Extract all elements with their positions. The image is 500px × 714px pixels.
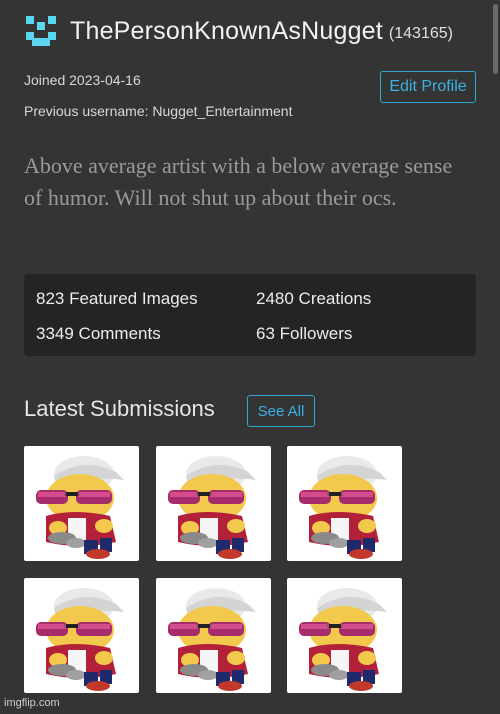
submission-thumbnail[interactable] [156, 446, 271, 561]
submission-thumbnail[interactable] [156, 578, 271, 693]
edit-profile-button[interactable]: Edit Profile [380, 71, 476, 103]
featured-images-stat[interactable]: 823 Featured Images [36, 289, 198, 309]
stats-panel: 823 Featured Images 2480 Creations 3349 … [24, 274, 476, 356]
username: ThePersonKnownAsNugget [70, 16, 383, 45]
watermark: imgflip.com [4, 697, 60, 709]
comments-stat[interactable]: 3349 Comments [36, 324, 161, 344]
creations-stat[interactable]: 2480 Creations [256, 289, 371, 309]
previous-username: Previous username: Nugget_Entertainment [24, 103, 293, 119]
scrollbar[interactable] [493, 4, 498, 74]
user-id: (143165) [388, 25, 453, 42]
joined-date: Joined 2023-04-16 [24, 72, 141, 88]
submission-thumbnail[interactable] [287, 578, 402, 693]
profile-header: ThePersonKnownAsNugget (143165) [24, 14, 453, 48]
submission-thumbnail[interactable] [287, 446, 402, 561]
followers-stat[interactable]: 63 Followers [256, 324, 352, 344]
submission-thumbnail[interactable] [24, 578, 139, 693]
latest-submissions-title: Latest Submissions [24, 396, 215, 421]
see-all-button[interactable]: See All [247, 395, 315, 427]
submission-thumbnail[interactable] [24, 446, 139, 561]
profile-bio: Above average artist with a below averag… [24, 153, 453, 210]
avatar-icon[interactable] [24, 14, 58, 48]
